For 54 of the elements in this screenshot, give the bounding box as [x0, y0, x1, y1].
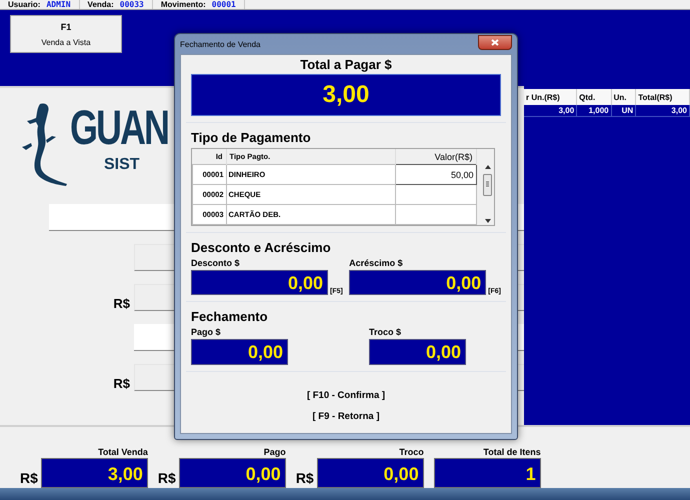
value-display: 0,00	[349, 270, 486, 295]
scroll-down-icon[interactable]	[484, 219, 490, 223]
column-header: Total(R$)	[636, 89, 690, 105]
total-display: 0,00	[316, 458, 424, 488]
close-icon	[491, 38, 499, 46]
logo-text: GUAN	[70, 101, 168, 155]
section-heading: Desconto e Acréscimo	[191, 240, 332, 255]
field-label: Pago $	[191, 327, 222, 337]
input-field[interactable]	[395, 184, 476, 204]
scroll-up-icon[interactable]	[484, 165, 490, 169]
column-header: Qtd.	[576, 89, 612, 105]
currency-label: R$	[113, 376, 130, 391]
value-display: 0,00	[191, 339, 288, 365]
column-header: Un.	[611, 89, 636, 105]
total-display: 1	[434, 458, 541, 488]
column-header: r Un.(R$)	[524, 89, 577, 105]
action-link[interactable]: [ F10 - Confirma ]	[306, 390, 386, 401]
total-display: 3,00	[40, 458, 148, 488]
total-label: Total a Pagar $	[299, 57, 393, 74]
field-label: Usuario:	[8, 1, 40, 9]
total-label: Total Venda	[98, 447, 148, 457]
currency-label: R$	[158, 470, 176, 486]
field-label: Movimento:	[160, 1, 206, 9]
field-value: ADMIN	[46, 1, 71, 9]
window-title: Fechamento de Venda	[180, 40, 261, 48]
input-field[interactable]	[395, 204, 476, 224]
table-cell: 3,00	[524, 105, 577, 116]
logo-subtext: SIST	[104, 156, 140, 174]
value-display: 0,00	[369, 339, 466, 365]
table-cell: UN	[611, 105, 636, 116]
currency-label: R$	[296, 470, 314, 486]
close-button[interactable]	[478, 34, 512, 50]
field-label: Acréscimo $	[349, 258, 404, 268]
table-cell: 3,00	[636, 105, 690, 116]
table-cell: 1,000	[576, 105, 612, 116]
total-display: 0,00	[178, 458, 286, 488]
total-display: 3,00	[191, 74, 501, 116]
section-heading: Tipo de Pagamento	[191, 130, 312, 145]
total-label: Total de Itens	[483, 447, 541, 457]
field-label: Venda:	[88, 1, 114, 9]
section-heading: Fechamento	[191, 309, 269, 324]
input-field[interactable]: 50,00	[395, 164, 476, 184]
field-value: 00033	[120, 1, 144, 9]
field-label: Troco $	[369, 327, 402, 337]
scroll-thumb[interactable]	[483, 174, 492, 196]
currency-label: R$	[20, 470, 38, 486]
shortcut-button[interactable]: F1 Venda a Vista	[10, 15, 122, 53]
action-link[interactable]: [ F9 - Retorna ]	[312, 411, 380, 422]
value-display: 0,00	[191, 270, 328, 295]
total-label: Pago	[264, 447, 286, 457]
field-value: 00001	[212, 1, 236, 9]
currency-label: R$	[113, 296, 130, 311]
total-label: Troco	[399, 447, 424, 457]
field-label: Desconto $	[191, 258, 241, 268]
